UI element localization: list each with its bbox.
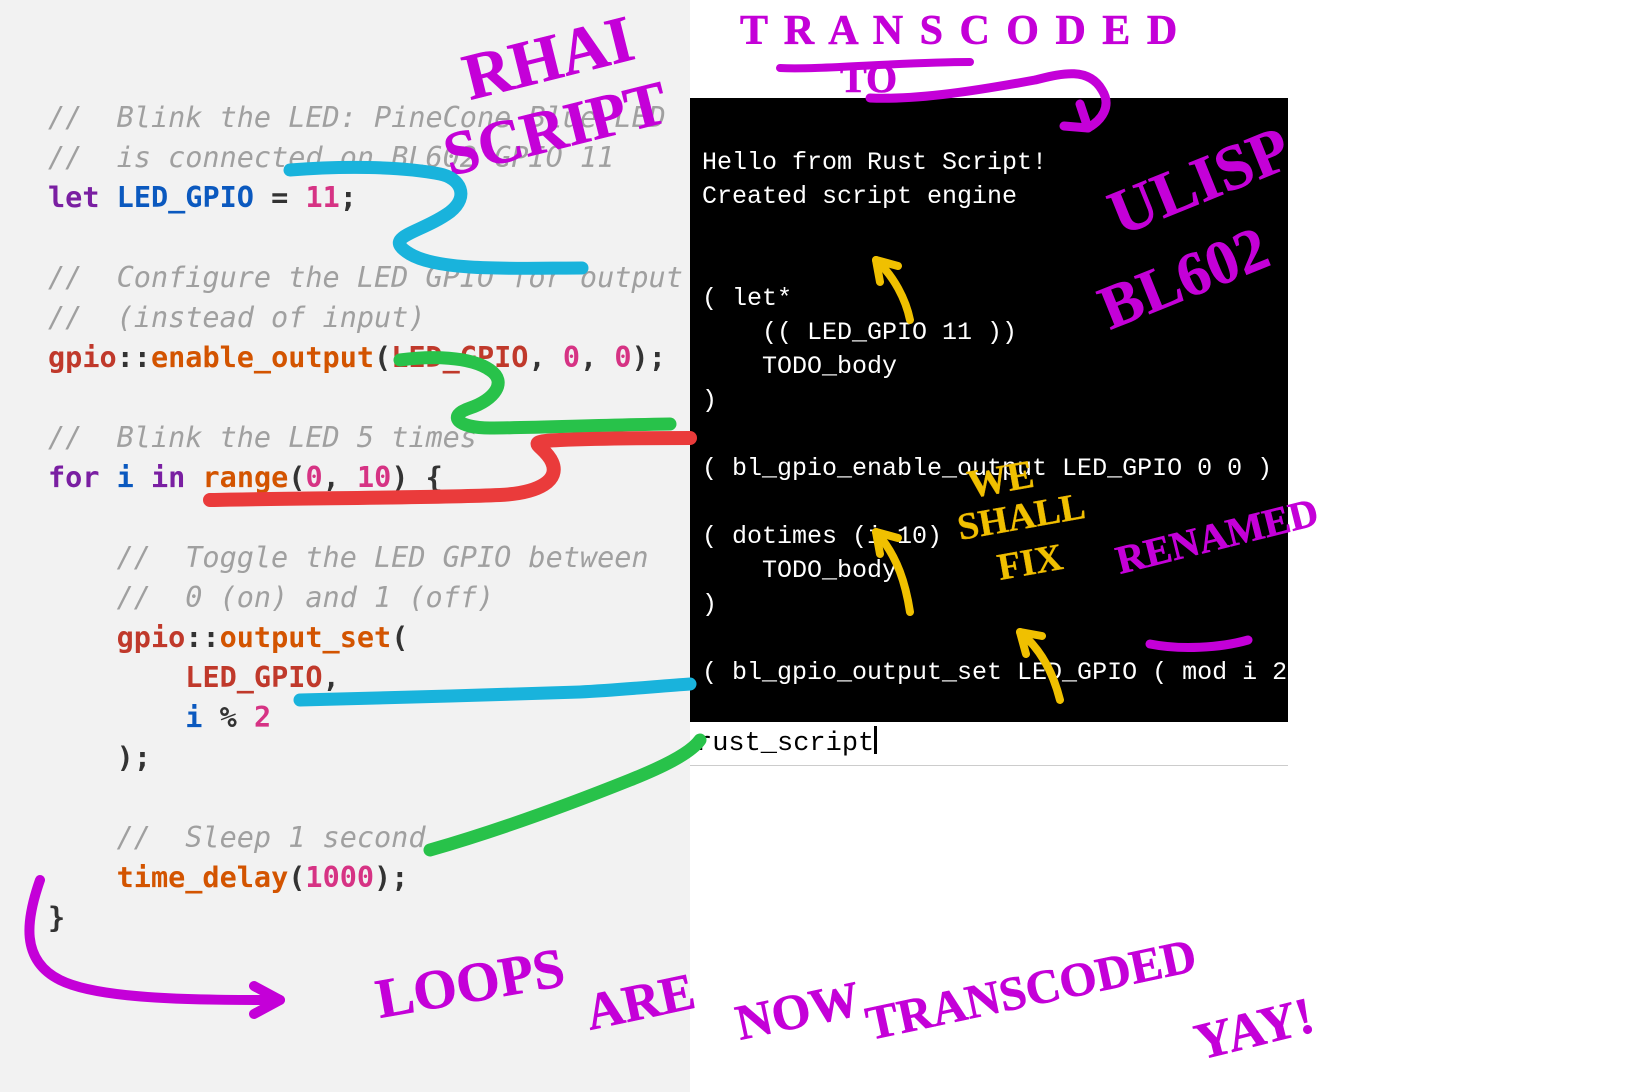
annot-to: TO — [840, 56, 897, 101]
comma: , — [580, 341, 597, 374]
terminal-input[interactable]: rust_script — [690, 720, 1288, 766]
space — [288, 181, 305, 214]
op-cc: :: — [185, 621, 219, 654]
brace-close: } — [48, 901, 65, 934]
code-comment: // (instead of input) — [48, 301, 426, 334]
term-line: Hello from Rust Script! — [702, 148, 1047, 177]
space — [134, 461, 151, 494]
term-line: TODO_body — [702, 556, 897, 585]
paren-open: ( — [288, 861, 305, 894]
space — [254, 181, 271, 214]
mod-gpio: gpio — [48, 341, 117, 374]
term-line: ( bl_gpio_output_set LED_GPIO ( mod i 2 … — [702, 658, 1317, 687]
code-comment: // Blink the LED: PineCone Blue LED — [48, 101, 666, 134]
num-11: 11 — [305, 181, 339, 214]
kw-in: in — [151, 461, 185, 494]
kw-for: for — [48, 461, 99, 494]
space — [237, 701, 254, 734]
arg-led-gpio: LED_GPIO — [391, 341, 528, 374]
semicolon: ; — [649, 341, 666, 374]
term-line: Created script engine — [702, 182, 1017, 211]
terminal-output: Hello from Rust Script! Created script e… — [690, 98, 1288, 720]
space — [202, 701, 219, 734]
fn-output-set: output_set — [220, 621, 392, 654]
annot-yay: YAY! — [1189, 987, 1320, 1071]
mod-gpio: gpio — [117, 621, 186, 654]
indent — [48, 701, 185, 734]
num-0: 0 — [563, 341, 580, 374]
comma: , — [528, 341, 545, 374]
indent — [48, 861, 117, 894]
num-1000: 1000 — [305, 861, 374, 894]
var-i: i — [117, 461, 134, 494]
space — [340, 461, 357, 494]
code-comment: // Sleep 1 second — [48, 821, 426, 854]
num-10: 10 — [357, 461, 391, 494]
term-line: TODO_body — [702, 352, 897, 381]
terminal-input-text: rust_script — [696, 729, 874, 759]
paren-close: ) — [391, 461, 408, 494]
indent — [48, 621, 117, 654]
paren-close: ) — [632, 341, 649, 374]
comma: , — [323, 661, 340, 694]
fn-enable-output: enable_output — [151, 341, 374, 374]
code-comment: // Configure the LED GPIO for output — [48, 261, 683, 294]
code-comment: // is connected on BL602 GPIO 11 — [48, 141, 614, 174]
brace-open: { — [426, 461, 443, 494]
term-line: ( dotimes (i 10) — [702, 522, 942, 551]
space — [597, 341, 614, 374]
code-comment: // Blink the LED 5 times — [48, 421, 477, 454]
var-led-gpio: LED_GPIO — [117, 181, 254, 214]
semicolon: ; — [134, 741, 151, 774]
comma: , — [323, 461, 340, 494]
num-0: 0 — [305, 461, 322, 494]
semicolon: ; — [391, 861, 408, 894]
space — [99, 181, 116, 214]
term-line: ( let* — [702, 284, 792, 313]
indent — [48, 741, 117, 774]
arg-led-gpio: LED_GPIO — [185, 661, 322, 694]
paren-close: ) — [374, 861, 391, 894]
paren-open: ( — [391, 621, 408, 654]
fn-range: range — [203, 461, 289, 494]
annot-transcoded2: TRANSCODED — [861, 929, 1201, 1051]
annot-now: NOW — [731, 970, 865, 1051]
kw-let: let — [48, 181, 99, 214]
code-comment: // 0 (on) and 1 (off) — [48, 581, 494, 614]
op-eq: = — [271, 181, 288, 214]
space — [408, 461, 425, 494]
paren-open: ( — [288, 461, 305, 494]
space — [185, 461, 202, 494]
semicolon: ; — [340, 181, 357, 214]
paren-close: ) — [117, 741, 134, 774]
term-line: ) — [702, 386, 717, 415]
term-line: (( LED_GPIO 11 )) — [702, 318, 1017, 347]
var-i: i — [185, 701, 202, 734]
code-comment: // Toggle the LED GPIO between — [48, 541, 649, 574]
term-line: ) — [702, 590, 717, 619]
text-cursor-icon — [874, 726, 877, 754]
paren-open: ( — [374, 341, 391, 374]
indent — [48, 661, 185, 694]
num-0: 0 — [614, 341, 631, 374]
annot-transcoded: T R A N S C O D E D — [740, 8, 1180, 54]
space — [99, 461, 116, 494]
fn-time-delay: time_delay — [117, 861, 289, 894]
op-mod: % — [220, 701, 237, 734]
rhai-code-panel: // Blink the LED: PineCone Blue LED // i… — [0, 0, 690, 1092]
num-2: 2 — [254, 701, 271, 734]
space — [546, 341, 563, 374]
term-line: ( bl_gpio_enable_output LED_GPIO 0 0 ) — [702, 454, 1272, 483]
op-cc: :: — [117, 341, 151, 374]
